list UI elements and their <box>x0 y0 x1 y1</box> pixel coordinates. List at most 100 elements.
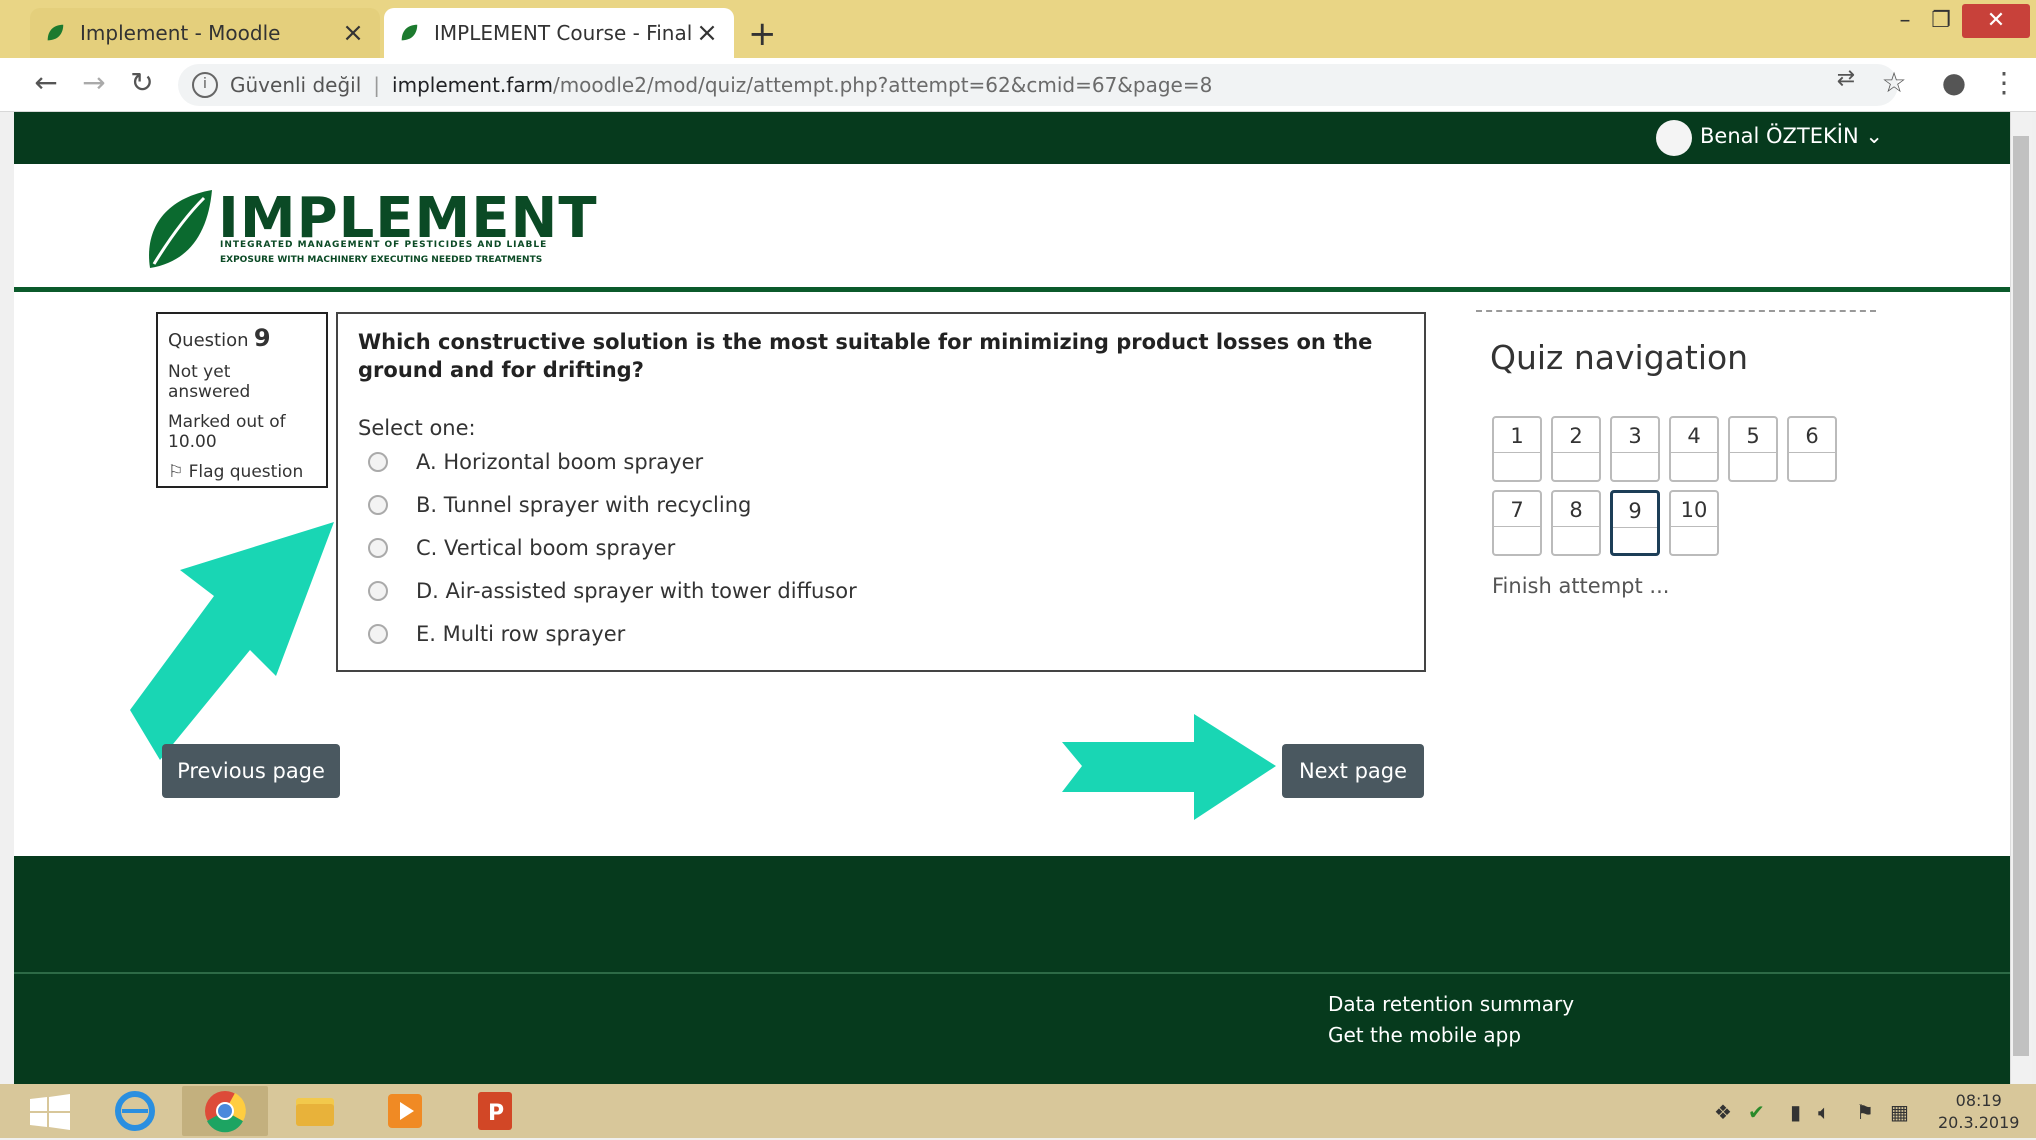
network-icon[interactable]: ▦ <box>1890 1100 1909 1124</box>
quiz-nav-button-4[interactable]: 4 <box>1669 416 1719 482</box>
battery-icon[interactable]: ▮ <box>1790 1100 1801 1124</box>
page-footer <box>14 856 2010 1084</box>
new-tab-icon[interactable]: + <box>748 14 777 54</box>
answer-option[interactable]: B. Tunnel sprayer with recycling <box>358 483 1404 526</box>
window-close-icon[interactable]: ✕ <box>1962 4 2030 38</box>
logo-subtitle-line2: EXPOSURE WITH MACHINERY EXECUTING NEEDED… <box>220 255 543 265</box>
next-page-button[interactable]: Next page <box>1282 744 1424 798</box>
svg-text:P: P <box>488 1101 504 1126</box>
footer-divider <box>14 972 2010 974</box>
quiz-nav-number: 4 <box>1687 424 1701 448</box>
answer-label[interactable]: D. Air-assisted sprayer with tower diffu… <box>416 579 857 603</box>
answer-option[interactable]: C. Vertical boom sprayer <box>358 526 1404 569</box>
menu-icon[interactable]: ⋮ <box>1984 66 2024 99</box>
question-marks: Marked out of 10.00 <box>168 412 286 452</box>
question-text: Which constructive solution is the most … <box>358 330 1373 382</box>
user-name: Benal ÖZTEKİN <box>1700 124 1859 148</box>
quiz-nav-number: 2 <box>1569 424 1583 448</box>
radio-button[interactable] <box>368 494 388 515</box>
star-icon[interactable]: ☆ <box>1874 66 1914 99</box>
powerpoint-taskbar-button[interactable]: P <box>452 1086 538 1136</box>
quiz-nav-number: 9 <box>1628 499 1642 523</box>
security-shield-icon[interactable]: ✔ <box>1748 1100 1765 1124</box>
data-retention-link[interactable]: Data retention summary <box>1328 992 1574 1016</box>
close-tab-icon[interactable]: × <box>340 18 366 48</box>
scrollbar-thumb[interactable] <box>2013 136 2029 1056</box>
quiz-nav-button-10[interactable]: 10 <box>1669 490 1719 556</box>
dropbox-icon[interactable]: ❖ <box>1714 1100 1732 1124</box>
quiz-nav-button-8[interactable]: 8 <box>1551 490 1601 556</box>
info-icon[interactable]: i <box>192 72 218 98</box>
tab-implement-course[interactable]: IMPLEMENT Course - Final Quest × <box>384 8 734 58</box>
chevron-down-icon: ⌄ <box>1865 124 1883 148</box>
forward-icon[interactable]: → <box>74 66 114 99</box>
question-status: Not yet answered <box>168 362 251 402</box>
quiz-nav-number: 7 <box>1510 498 1524 522</box>
moodle-leaf-icon <box>401 24 418 41</box>
user-menu[interactable]: Benal ÖZTEKİN ⌄ <box>1700 124 1883 148</box>
windows-start-icon[interactable] <box>28 1094 72 1130</box>
volume-icon[interactable]: 🔈︎ <box>1818 1100 1830 1124</box>
answer-option[interactable]: E. Multi row sprayer <box>358 612 1404 655</box>
diagonal-arrow-icon <box>130 522 334 760</box>
account-icon[interactable]: ● <box>1934 66 1974 99</box>
answer-label[interactable]: A. Horizontal boom sprayer <box>416 450 703 474</box>
separator: | <box>373 73 381 97</box>
security-label: Güvenli değil <box>230 73 362 97</box>
reload-icon[interactable]: ↻ <box>122 66 162 99</box>
restore-icon[interactable]: ❐ <box>1926 6 1956 36</box>
quiz-nav-button-9[interactable]: 9 <box>1610 490 1660 556</box>
flag-question[interactable]: ⚐ Flag question <box>168 462 316 482</box>
quiz-nav-number: 8 <box>1569 498 1583 522</box>
quiz-nav-number: 5 <box>1746 424 1760 448</box>
chrome-taskbar-button[interactable] <box>182 1086 268 1136</box>
ie-icon <box>115 1091 155 1131</box>
quiz-nav-button-2[interactable]: 2 <box>1551 416 1601 482</box>
tab-implement-moodle[interactable]: Implement - Moodle × <box>30 8 380 58</box>
explorer-taskbar-button[interactable] <box>272 1086 358 1136</box>
select-one-label: Select one: <box>358 416 476 440</box>
quiz-nav-title: Quiz navigation <box>1490 338 1749 377</box>
address-bar[interactable]: i Güvenli değil | implement.farm/moodle2… <box>178 64 1898 106</box>
chrome-icon <box>205 1091 246 1133</box>
system-clock[interactable]: 08:19 20.3.2019 <box>1938 1090 2019 1134</box>
clock-time: 08:19 <box>1955 1091 2002 1110</box>
quiz-nav-button-7[interactable]: 7 <box>1492 490 1542 556</box>
quiz-nav-button-1[interactable]: 1 <box>1492 416 1542 482</box>
quiz-nav-number: 6 <box>1805 424 1819 448</box>
answer-label[interactable]: C. Vertical boom sprayer <box>416 536 675 560</box>
quiz-nav-button-6[interactable]: 6 <box>1787 416 1837 482</box>
header-divider <box>14 287 2010 292</box>
radio-button[interactable] <box>368 623 388 644</box>
translate-icon[interactable]: ⇄ <box>1826 66 1866 91</box>
quiz-nav-number: 3 <box>1628 424 1642 448</box>
radio-button[interactable] <box>368 580 388 601</box>
minimize-icon[interactable]: – <box>1890 6 1920 36</box>
close-tab-icon[interactable]: × <box>694 18 720 48</box>
right-arrow-icon <box>1062 714 1276 820</box>
quiz-nav-button-3[interactable]: 3 <box>1610 416 1660 482</box>
implement-leaf-logo-icon <box>149 190 212 268</box>
radio-button[interactable] <box>368 537 388 558</box>
ie-taskbar-button[interactable] <box>92 1086 178 1136</box>
action-center-flag-icon[interactable]: ⚑ <box>1856 1100 1874 1124</box>
finish-attempt-link[interactable]: Finish attempt ... <box>1492 574 1669 598</box>
avatar[interactable] <box>1656 120 1692 156</box>
media-player-taskbar-button[interactable] <box>362 1086 448 1136</box>
question-box: Which constructive solution is the most … <box>336 312 1426 672</box>
answer-option[interactable]: D. Air-assisted sprayer with tower diffu… <box>358 569 1404 612</box>
powerpoint-icon: P <box>478 1092 512 1130</box>
quiz-nav-button-5[interactable]: 5 <box>1728 416 1778 482</box>
folder-icon <box>296 1098 334 1126</box>
mobile-app-link[interactable]: Get the mobile app <box>1328 1023 1521 1047</box>
question-number: 9 <box>253 324 271 352</box>
flag-label: Flag question <box>188 462 304 482</box>
answer-option[interactable]: A. Horizontal boom sprayer <box>358 440 1404 483</box>
radio-button[interactable] <box>368 451 388 472</box>
answer-label[interactable]: E. Multi row sprayer <box>416 622 625 646</box>
quiz-nav-number: 1 <box>1510 424 1524 448</box>
previous-page-button[interactable]: Previous page <box>162 744 340 798</box>
back-icon[interactable]: ← <box>26 66 66 99</box>
answer-label[interactable]: B. Tunnel sprayer with recycling <box>416 493 751 517</box>
url-path: /moodle2/mod/quiz/attempt.php?attempt=62… <box>552 73 1213 97</box>
